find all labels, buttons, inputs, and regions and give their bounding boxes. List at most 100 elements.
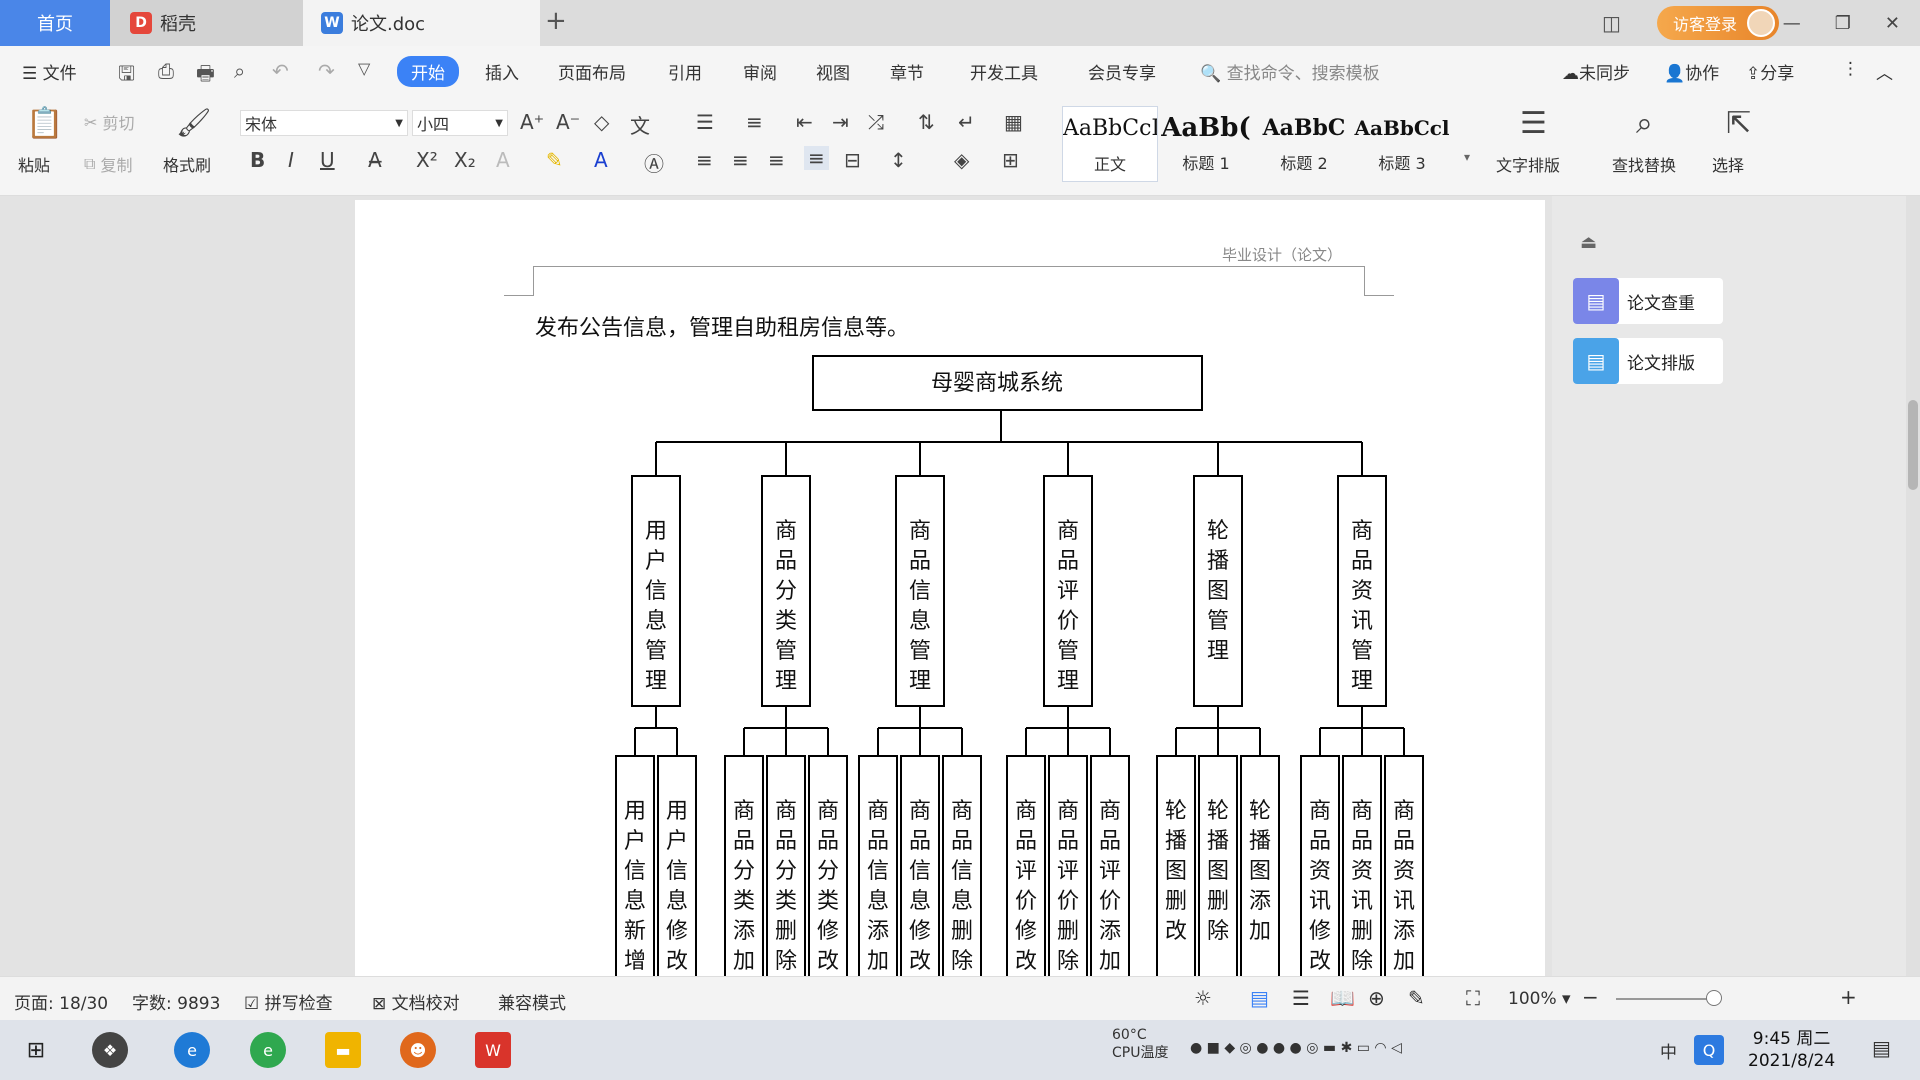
word-count[interactable]: 字数: 9893	[132, 989, 220, 1014]
zoom-slider[interactable]	[1616, 998, 1716, 1000]
zoom-level[interactable]: 100% ▾	[1508, 989, 1571, 1009]
system-clock[interactable]: 9:45 周二 2021/8/24	[1748, 1028, 1835, 1072]
page-indicator[interactable]: 页面: 18/30	[14, 989, 108, 1014]
notification-icon[interactable]: ▤	[1872, 1036, 1891, 1060]
module-node-label: 图	[1207, 579, 1229, 604]
function-node-label: 除	[1057, 949, 1079, 974]
windows-start-icon[interactable]: ⊞	[18, 1032, 54, 1068]
function-node-label: 品	[1015, 829, 1037, 854]
module-node-label: 品	[909, 549, 931, 574]
paper-check-button[interactable]: ▤ 论文查重	[1573, 278, 1723, 324]
write-view-icon[interactable]: ✎	[1408, 986, 1425, 1010]
browser-icon[interactable]: e	[250, 1032, 286, 1068]
function-node-label: 修	[1309, 919, 1331, 944]
zoom-out-icon[interactable]: −	[1582, 985, 1599, 1009]
ie-browser-icon[interactable]: e	[174, 1032, 210, 1068]
function-node-label: 加	[1099, 949, 1121, 974]
function-node-label: 修	[1015, 919, 1037, 944]
module-node-label: 理	[1351, 669, 1373, 694]
zoom-slider-handle[interactable]	[1706, 990, 1722, 1006]
function-node-label: 品	[1099, 829, 1121, 854]
function-node-label: 品	[951, 829, 973, 854]
function-node-label: 讯	[1351, 889, 1373, 914]
proofread-label: 文档校对	[391, 994, 460, 1014]
function-node-label: 商	[817, 799, 839, 824]
function-node-label: 评	[1099, 859, 1121, 884]
fit-page-icon[interactable]: ⛶	[1466, 986, 1480, 1010]
function-node-label: 资	[1309, 859, 1331, 884]
function-node-label: 品	[733, 829, 755, 854]
function-node-label: 改	[909, 949, 931, 974]
function-node-label: 图	[1207, 859, 1229, 884]
page-view-icon[interactable]: ▤	[1250, 986, 1269, 1010]
function-node-label: 品	[867, 829, 889, 854]
app-launcher-icon[interactable]: ❖	[92, 1032, 128, 1068]
zoom-in-icon[interactable]: +	[1840, 985, 1857, 1009]
function-node-label: 加	[1393, 949, 1415, 974]
module-node-label: 户	[645, 549, 667, 574]
eye-protection-icon[interactable]: ☼	[1194, 986, 1212, 1010]
ime-indicator[interactable]: 中	[1660, 1038, 1677, 1063]
function-node-label: 信	[867, 859, 889, 884]
function-node-label: 商	[775, 799, 797, 824]
taskbar: ⊞ ❖ e e ▬ ☻ W 60°C CPU温度 ● ■ ◆ ◎ ● ● ● ◎ …	[0, 1020, 1920, 1080]
function-node-label: 类	[817, 889, 839, 914]
module-node-label: 管	[775, 639, 797, 664]
collapse-panel-icon[interactable]: ⏏	[1580, 232, 1597, 253]
outline-view-icon[interactable]: ☰	[1292, 986, 1310, 1010]
reading-view-icon[interactable]: 📖	[1330, 986, 1355, 1010]
module-node-label: 理	[909, 669, 931, 694]
function-node-label: 息	[951, 889, 973, 914]
function-node-label: 商	[1351, 799, 1373, 824]
root-node-label: 母婴商城系统	[931, 371, 1063, 396]
tray-icons[interactable]: ● ■ ◆ ◎ ● ● ● ◎ ▬ ✱ ▭ ◠ ◁	[1190, 1040, 1402, 1056]
function-node-label: 删	[1057, 919, 1079, 944]
function-node-label: 商	[733, 799, 755, 824]
function-node-label: 删	[1351, 919, 1373, 944]
module-node-label: 管	[1207, 609, 1229, 634]
function-node-label: 分	[733, 859, 755, 884]
function-node-label: 用	[666, 799, 688, 824]
function-node-label: 价	[1015, 889, 1037, 914]
module-node-label: 讯	[1351, 609, 1373, 634]
function-node-label: 信	[666, 859, 688, 884]
game-app-icon[interactable]: ☻	[400, 1032, 436, 1068]
module-node-label: 播	[1207, 549, 1229, 574]
spell-check-button[interactable]: ☑ 拼写检查	[244, 989, 333, 1014]
function-node-label: 息	[909, 889, 931, 914]
wps-taskbar-icon[interactable]: W	[475, 1032, 511, 1068]
module-node-label: 轮	[1207, 519, 1229, 544]
function-node-label: 商	[1057, 799, 1079, 824]
module-node-label: 管	[645, 639, 667, 664]
function-node-label: 修	[909, 919, 931, 944]
module-node-label: 品	[1057, 549, 1079, 574]
function-node-label: 讯	[1309, 889, 1331, 914]
function-node-label: 加	[733, 949, 755, 974]
proofread-button[interactable]: ⊠ 文档校对	[372, 989, 460, 1014]
function-node-label: 改	[1165, 919, 1187, 944]
scrollbar-thumb[interactable]	[1908, 400, 1918, 490]
function-node-label: 删	[1165, 889, 1187, 914]
module-node-label: 商	[1057, 519, 1079, 544]
function-node-label: 品	[817, 829, 839, 854]
paper-format-button[interactable]: ▤ 论文排版	[1573, 338, 1723, 384]
function-node-label: 资	[1393, 859, 1415, 884]
function-node-label: 商	[951, 799, 973, 824]
file-explorer-icon[interactable]: ▬	[325, 1032, 361, 1068]
function-node-label: 添	[1393, 919, 1415, 944]
function-node-label: 息	[867, 889, 889, 914]
cpu-temp-value: 60°C	[1112, 1027, 1147, 1043]
function-node-label: 改	[817, 949, 839, 974]
function-node-label: 新	[624, 919, 646, 944]
function-node-label: 价	[1057, 889, 1079, 914]
function-node-label: 品	[1393, 829, 1415, 854]
paper-format-icon: ▤	[1573, 338, 1619, 384]
web-view-icon[interactable]: ⊕	[1368, 986, 1385, 1010]
qq-browser-icon[interactable]: Q	[1694, 1035, 1724, 1065]
vertical-scrollbar[interactable]	[1906, 196, 1920, 976]
function-node-label: 修	[817, 919, 839, 944]
function-node-label: 品	[909, 829, 931, 854]
function-node-label: 轮	[1207, 799, 1229, 824]
module-node-label: 价	[1057, 609, 1079, 634]
function-node-label: 分	[775, 859, 797, 884]
